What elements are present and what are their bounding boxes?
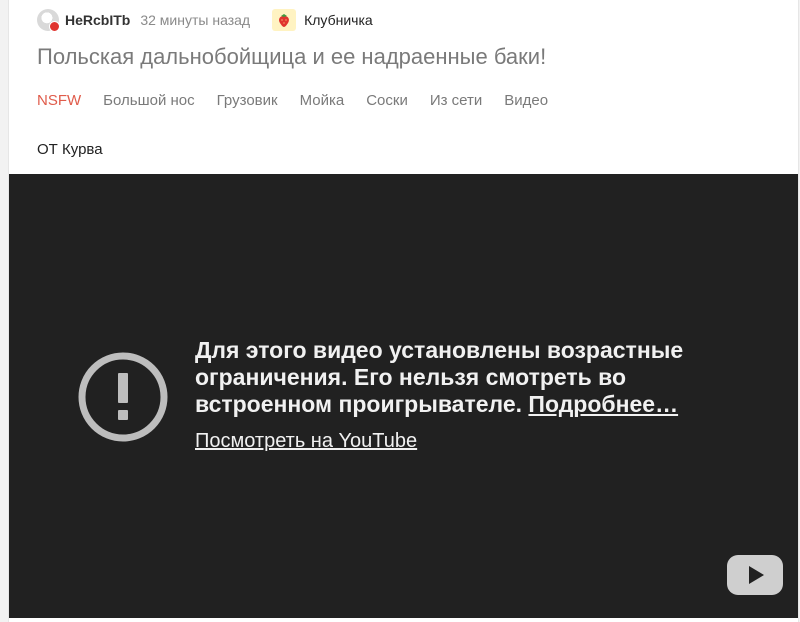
tag-nipples[interactable]: Соски [366, 92, 408, 109]
learn-more-link[interactable]: Подробнее… [528, 391, 678, 417]
post-meta: HeRcbITb 32 минуты назад Клубничка [37, 9, 373, 32]
tag-list: NSFW Большой нос Грузовик Мойка Соски Из… [37, 92, 570, 109]
tag-video[interactable]: Видео [504, 92, 548, 109]
tag-big-nose[interactable]: Большой нос [103, 92, 194, 109]
exclamation-circle-icon [78, 352, 168, 442]
strawberry-icon[interactable] [272, 9, 297, 31]
watch-on-youtube-link[interactable]: Посмотреть на YouTube [195, 430, 417, 453]
avatar-icon[interactable] [37, 9, 60, 32]
community-name[interactable]: Клубничка [304, 12, 373, 28]
tag-from-web[interactable]: Из сети [430, 92, 482, 109]
tag-truck[interactable]: Грузовик [217, 92, 278, 109]
post-title[interactable]: Польская дальнобойщица и ее надраенные б… [37, 44, 546, 70]
post-card: HeRcbITb 32 минуты назад Клубничка Польс… [8, 0, 799, 622]
tag-nsfw[interactable]: NSFW [37, 92, 81, 109]
tag-car-wash[interactable]: Мойка [300, 92, 345, 109]
youtube-play-icon[interactable] [727, 555, 783, 595]
author-name[interactable]: HeRcbITb [65, 12, 130, 28]
post-body-text: ОТ Курва [37, 141, 103, 158]
video-player[interactable]: Для этого видео установлены возрастные о… [9, 174, 798, 618]
post-time[interactable]: 32 минуты назад [140, 12, 250, 28]
age-restriction-message: Для этого видео установлены возрастные о… [195, 337, 715, 418]
